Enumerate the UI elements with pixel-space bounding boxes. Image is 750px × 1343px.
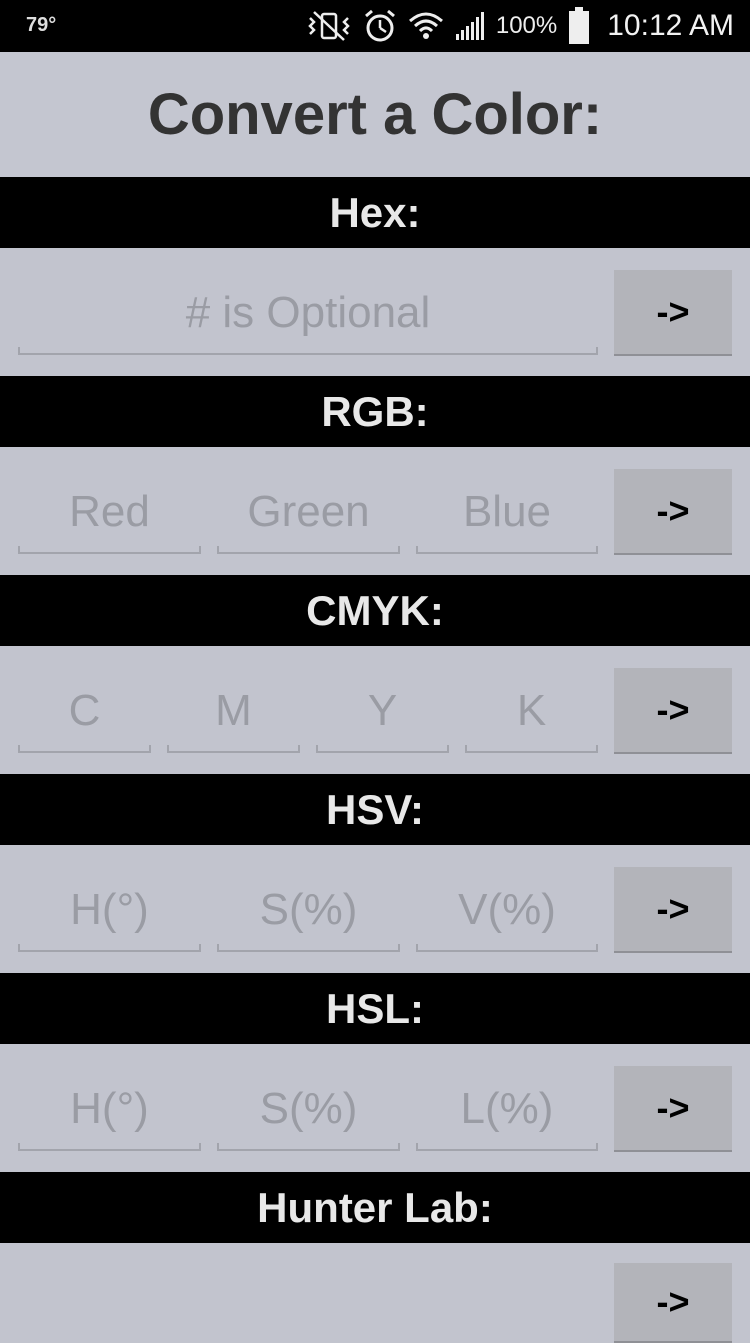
- section-header-hex: Hex:: [0, 177, 750, 248]
- section-header-rgb: RGB:: [0, 376, 750, 447]
- signal-icon: [454, 10, 486, 42]
- battery-percent: 100%: [495, 12, 558, 39]
- cmyk-convert-button[interactable]: ->: [614, 668, 732, 754]
- hex-row: # is Optional ->: [0, 249, 750, 376]
- section-header-hsl: HSL:: [0, 973, 750, 1044]
- cmyk-row: C M Y K ->: [0, 647, 750, 774]
- clock: 10:12 AM: [607, 9, 734, 42]
- hsl-lightness-input[interactable]: L(%): [416, 1067, 598, 1151]
- k-input[interactable]: K: [465, 669, 598, 753]
- hunter-lab-convert-button[interactable]: ->: [614, 1263, 732, 1343]
- wifi-icon: [408, 11, 444, 41]
- red-input[interactable]: Red: [18, 470, 201, 554]
- temperature-indicator: 79°: [26, 14, 57, 36]
- vibrate-icon: [306, 10, 352, 42]
- hsv-row: H(°) S(%) V(%) ->: [0, 846, 750, 973]
- m-input[interactable]: M: [167, 669, 300, 753]
- hsl-row: H(°) S(%) L(%) ->: [0, 1045, 750, 1172]
- hsv-saturation-input[interactable]: S(%): [217, 868, 400, 952]
- rgb-row: Red Green Blue ->: [0, 448, 750, 575]
- alarm-icon: [362, 8, 398, 44]
- hsv-value-input[interactable]: V(%): [416, 868, 598, 952]
- hunter-lab-row: ->: [0, 1243, 750, 1343]
- y-input[interactable]: Y: [316, 669, 449, 753]
- hex-input[interactable]: # is Optional: [18, 271, 598, 355]
- hsl-convert-button[interactable]: ->: [614, 1066, 732, 1152]
- hex-convert-button[interactable]: ->: [614, 270, 732, 356]
- section-header-hunter-lab: Hunter Lab:: [0, 1172, 750, 1243]
- page-title: Convert a Color:: [0, 52, 750, 177]
- section-header-cmyk: CMYK:: [0, 575, 750, 646]
- hsv-hue-input[interactable]: H(°): [18, 868, 201, 952]
- blue-input[interactable]: Blue: [416, 470, 598, 554]
- hsv-convert-button[interactable]: ->: [614, 867, 732, 953]
- c-input[interactable]: C: [18, 669, 151, 753]
- status-bar: 79° 100% 10:12 AM: [0, 0, 750, 52]
- battery-icon: [567, 7, 591, 45]
- green-input[interactable]: Green: [217, 470, 400, 554]
- section-header-hsv: HSV:: [0, 774, 750, 845]
- hsl-saturation-input[interactable]: S(%): [217, 1067, 400, 1151]
- hsl-hue-input[interactable]: H(°): [18, 1067, 201, 1151]
- rgb-convert-button[interactable]: ->: [614, 469, 732, 555]
